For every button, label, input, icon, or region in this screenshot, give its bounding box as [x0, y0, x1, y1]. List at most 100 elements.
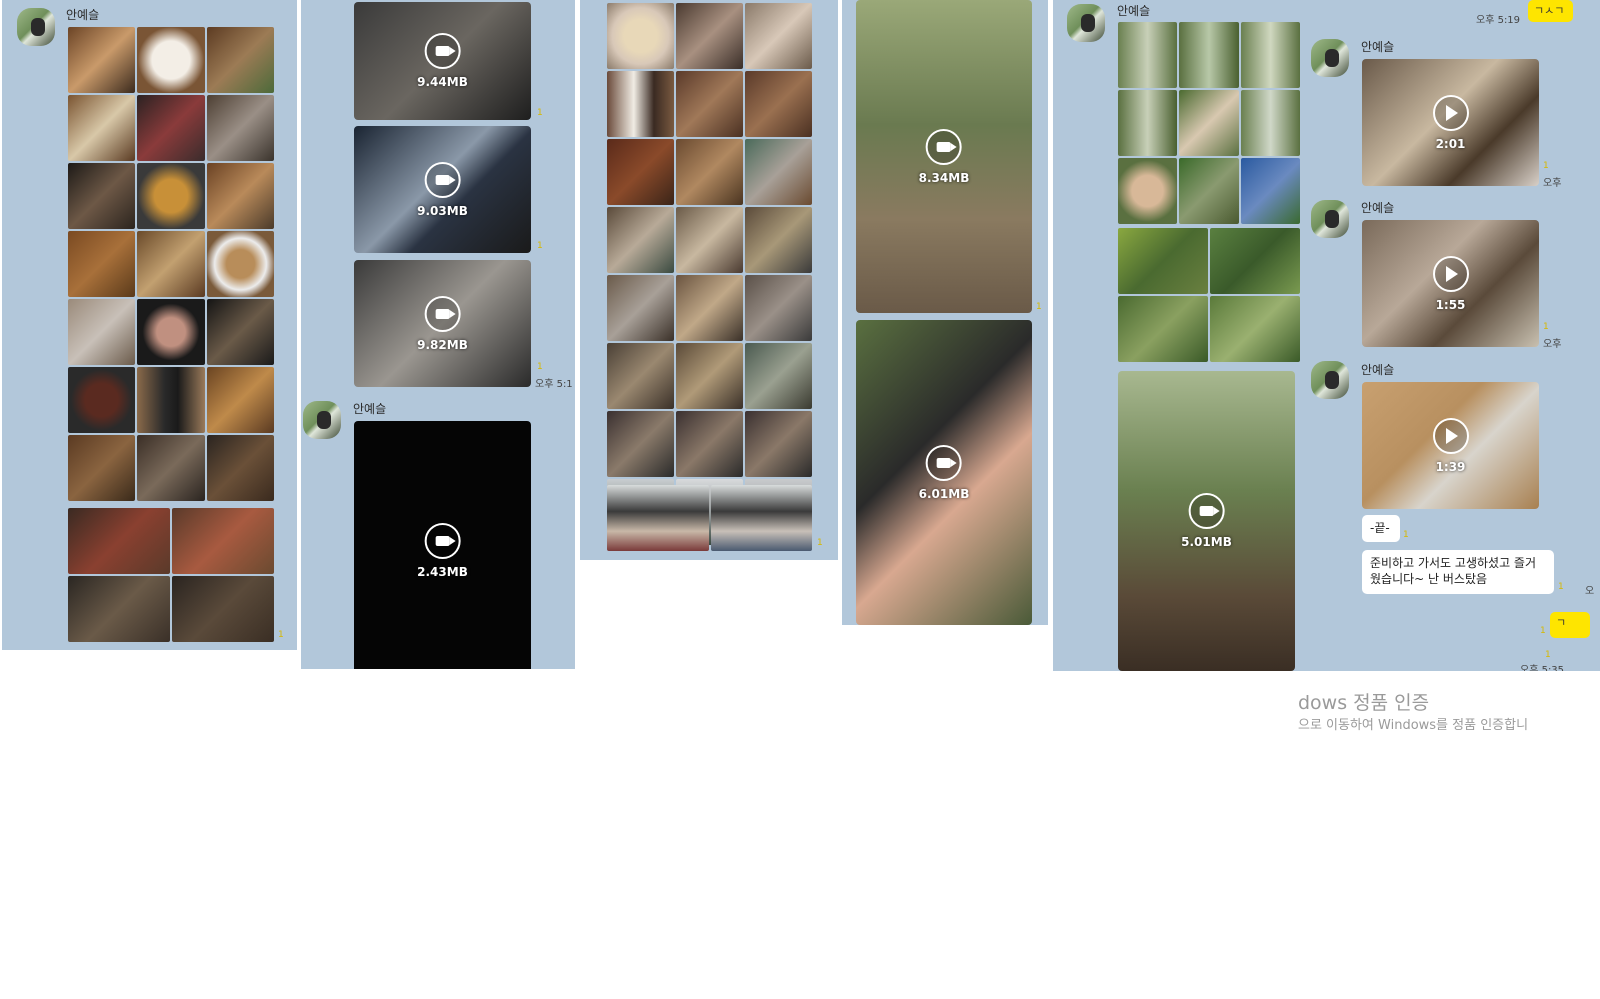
video-badge[interactable]: 9.44MB [417, 33, 468, 89]
photo-thumbnail[interactable] [607, 71, 674, 137]
photo-thumbnail[interactable] [172, 508, 274, 574]
video-camera-icon[interactable] [424, 161, 461, 198]
photo-thumbnail[interactable] [68, 508, 170, 574]
photo-thumbnail[interactable] [137, 231, 205, 297]
photo-thumbnail[interactable] [137, 435, 205, 501]
video-badge[interactable]: 9.03MB [417, 161, 468, 218]
photo-thumbnail[interactable] [206, 27, 274, 93]
avatar[interactable] [17, 8, 55, 46]
photo-thumbnail[interactable] [607, 411, 674, 477]
photo-thumbnail[interactable] [745, 3, 812, 69]
photo-thumbnail[interactable] [137, 95, 205, 161]
photo-thumbnail[interactable] [676, 275, 743, 341]
photo-thumbnail[interactable] [607, 485, 709, 551]
photo-grid[interactable] [1118, 228, 1300, 362]
video-message[interactable]: 8.34MB [856, 0, 1032, 313]
photo-thumbnail[interactable] [745, 71, 812, 137]
video-badge[interactable]: 9.82MB [417, 295, 468, 352]
photo-thumbnail[interactable] [607, 343, 674, 409]
photo-grid[interactable] [68, 27, 274, 501]
photo-thumbnail[interactable] [676, 71, 743, 137]
video-badge[interactable]: 6.01MB [919, 444, 969, 501]
photo-thumbnail[interactable] [137, 27, 205, 93]
video-message[interactable]: 1:55 [1362, 220, 1539, 347]
play-icon[interactable] [1432, 417, 1469, 454]
video-badge[interactable]: 2:01 [1432, 94, 1469, 151]
photo-thumbnail[interactable] [1179, 90, 1239, 156]
video-message[interactable]: 9.82MB [354, 260, 531, 387]
video-badge[interactable]: 2.43MB [417, 523, 468, 579]
photo-thumbnail[interactable] [1118, 158, 1178, 224]
video-message[interactable]: 9.03MB [354, 126, 531, 253]
video-badge[interactable]: 5.01MB [1181, 493, 1232, 549]
photo-thumbnail[interactable] [1118, 22, 1178, 88]
photo-thumbnail[interactable] [1240, 90, 1300, 156]
photo-thumbnail[interactable] [745, 275, 812, 341]
photo-thumbnail[interactable] [676, 207, 743, 273]
photo-thumbnail[interactable] [745, 139, 812, 205]
photo-thumbnail[interactable] [676, 3, 743, 69]
photo-thumbnail[interactable] [206, 231, 274, 297]
photo-thumbnail[interactable] [1240, 22, 1300, 88]
photo-thumbnail[interactable] [68, 27, 136, 93]
photo-thumbnail[interactable] [710, 485, 812, 551]
video-message[interactable]: 9.44MB [354, 2, 531, 120]
photo-thumbnail[interactable] [676, 343, 743, 409]
photo-thumbnail[interactable] [206, 367, 274, 433]
my-message-bubble[interactable]: ㄱ [1550, 612, 1590, 638]
video-message[interactable]: 5.01MB [1118, 371, 1295, 671]
video-message[interactable]: 1:39 [1362, 382, 1539, 509]
photo-thumbnail[interactable] [68, 576, 170, 642]
photo-thumbnail[interactable] [206, 95, 274, 161]
photo-thumbnail[interactable] [607, 3, 674, 69]
video-badge[interactable]: 1:55 [1432, 255, 1469, 312]
avatar[interactable] [1311, 39, 1349, 77]
photo-thumbnail[interactable] [607, 275, 674, 341]
photo-thumbnail[interactable] [206, 299, 274, 365]
photo-thumbnail[interactable] [68, 435, 136, 501]
photo-thumbnail[interactable] [1118, 296, 1208, 362]
photo-thumbnail[interactable] [206, 163, 274, 229]
photo-thumbnail[interactable] [68, 95, 136, 161]
photo-thumbnail[interactable] [1210, 296, 1300, 362]
photo-thumbnail[interactable] [68, 367, 136, 433]
photo-thumbnail[interactable] [137, 163, 205, 229]
photo-thumbnail[interactable] [68, 299, 136, 365]
photo-thumbnail[interactable] [1179, 158, 1239, 224]
avatar[interactable] [1311, 361, 1349, 399]
video-badge[interactable]: 8.34MB [919, 128, 969, 185]
video-camera-icon[interactable] [925, 128, 962, 165]
photo-thumbnail[interactable] [1118, 228, 1208, 294]
photo-thumbnail[interactable] [137, 367, 205, 433]
play-icon[interactable] [1432, 255, 1469, 292]
video-camera-icon[interactable] [1188, 493, 1225, 529]
video-camera-icon[interactable] [424, 295, 461, 332]
photo-grid[interactable] [68, 508, 274, 642]
video-message[interactable]: 2.43MB [354, 421, 531, 669]
my-message-bubble[interactable]: ㄱㅅㄱ [1528, 0, 1573, 22]
photo-thumbnail[interactable] [68, 163, 136, 229]
photo-thumbnail[interactable] [607, 207, 674, 273]
video-message[interactable]: 6.01MB [856, 320, 1032, 625]
photo-thumbnail[interactable] [745, 207, 812, 273]
video-message[interactable]: 2:01 [1362, 59, 1539, 186]
video-camera-icon[interactable] [424, 33, 461, 69]
video-camera-icon[interactable] [424, 523, 461, 559]
avatar[interactable] [1311, 200, 1349, 238]
video-camera-icon[interactable] [925, 444, 962, 481]
photo-thumbnail[interactable] [607, 139, 674, 205]
avatar[interactable] [303, 401, 341, 439]
photo-thumbnail[interactable] [172, 576, 274, 642]
photo-thumbnail[interactable] [1210, 228, 1300, 294]
photo-thumbnail[interactable] [1179, 22, 1239, 88]
photo-thumbnail[interactable] [676, 139, 743, 205]
photo-thumbnail[interactable] [745, 343, 812, 409]
photo-grid[interactable] [607, 3, 812, 545]
photo-thumbnail[interactable] [206, 435, 274, 501]
photo-thumbnail[interactable] [745, 411, 812, 477]
play-icon[interactable] [1432, 94, 1469, 131]
photo-thumbnail[interactable] [137, 299, 205, 365]
photo-thumbnail[interactable] [1118, 90, 1178, 156]
photo-thumbnail[interactable] [68, 231, 136, 297]
photo-thumbnail[interactable] [676, 411, 743, 477]
